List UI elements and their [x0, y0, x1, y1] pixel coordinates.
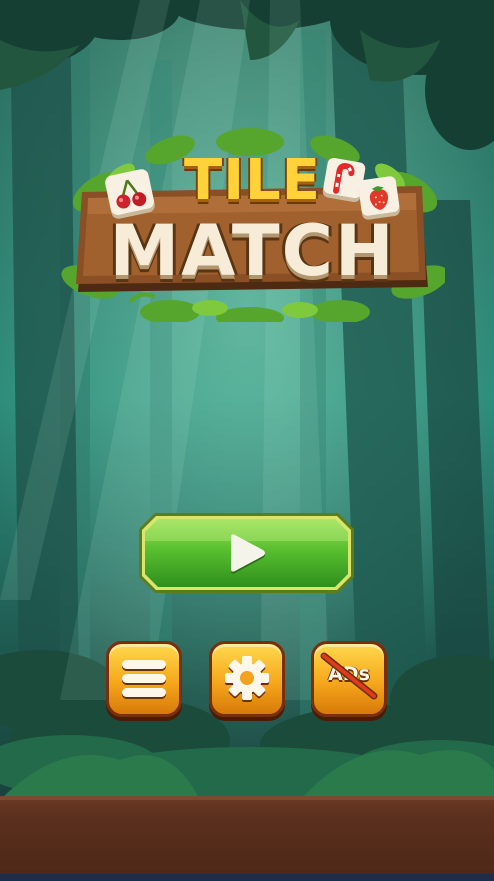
game-start-screen: TILE MATCH	[0, 0, 494, 881]
menu-button[interactable]	[106, 641, 182, 717]
settings-button[interactable]	[209, 641, 285, 717]
no-ads-button[interactable]: ADs	[311, 641, 387, 717]
logo-title-bottom: MATCH	[109, 210, 396, 292]
play-button[interactable]	[137, 511, 356, 595]
menu-icon	[122, 660, 166, 699]
no-ads-icon	[320, 652, 378, 700]
gear-icon	[225, 656, 269, 702]
game-logo: TILE MATCH	[60, 122, 445, 322]
ground-bar	[0, 796, 494, 874]
logo-title-top: TILE	[184, 148, 321, 213]
bottom-edge	[0, 874, 494, 881]
